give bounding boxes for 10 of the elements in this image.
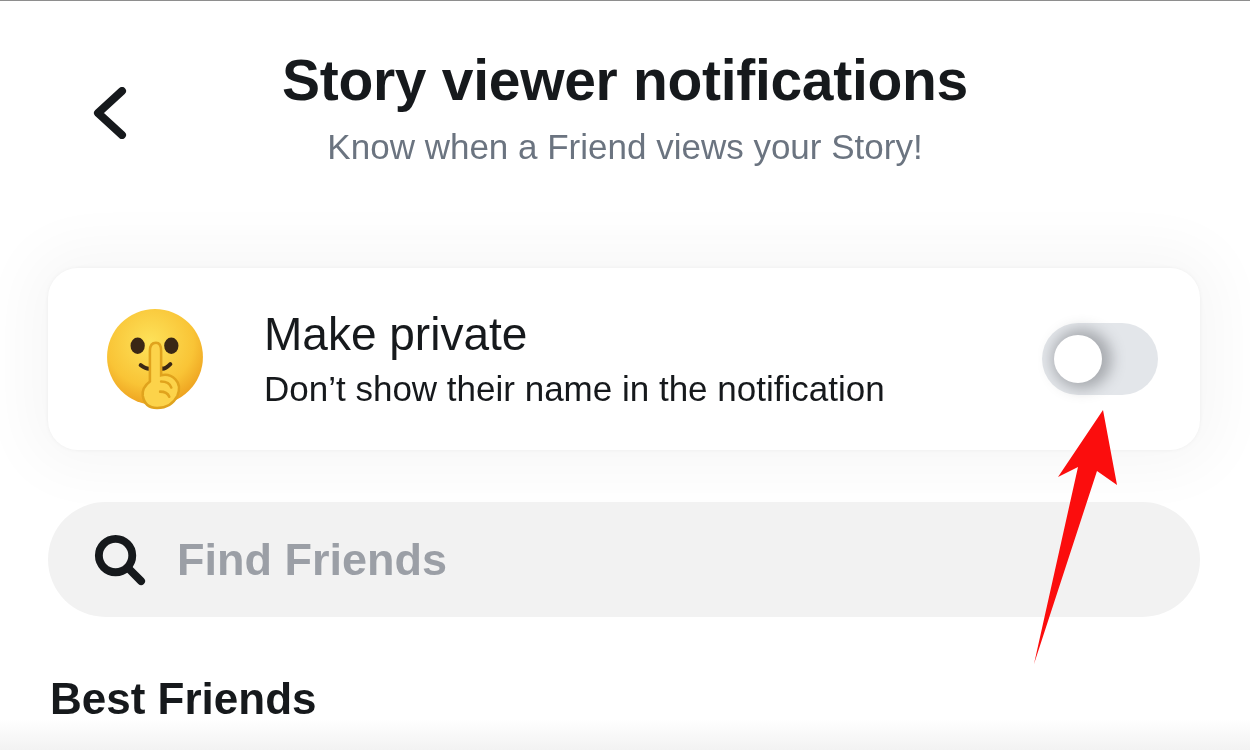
setting-label: Make private xyxy=(264,308,529,360)
search-icon xyxy=(92,532,147,587)
search-field[interactable]: Find Friends xyxy=(48,502,1200,617)
page-subtitle: Know when a Friend views your Story! xyxy=(327,127,923,167)
page-title: Story viewer notifications xyxy=(282,47,968,113)
section-heading: Best Friends xyxy=(50,673,318,725)
search-input[interactable]: Find Friends xyxy=(177,531,1160,588)
back-chevron-icon xyxy=(92,87,128,139)
setting-description: Don’t show their name in the notification xyxy=(264,368,886,410)
shushing-face-icon xyxy=(104,308,206,410)
